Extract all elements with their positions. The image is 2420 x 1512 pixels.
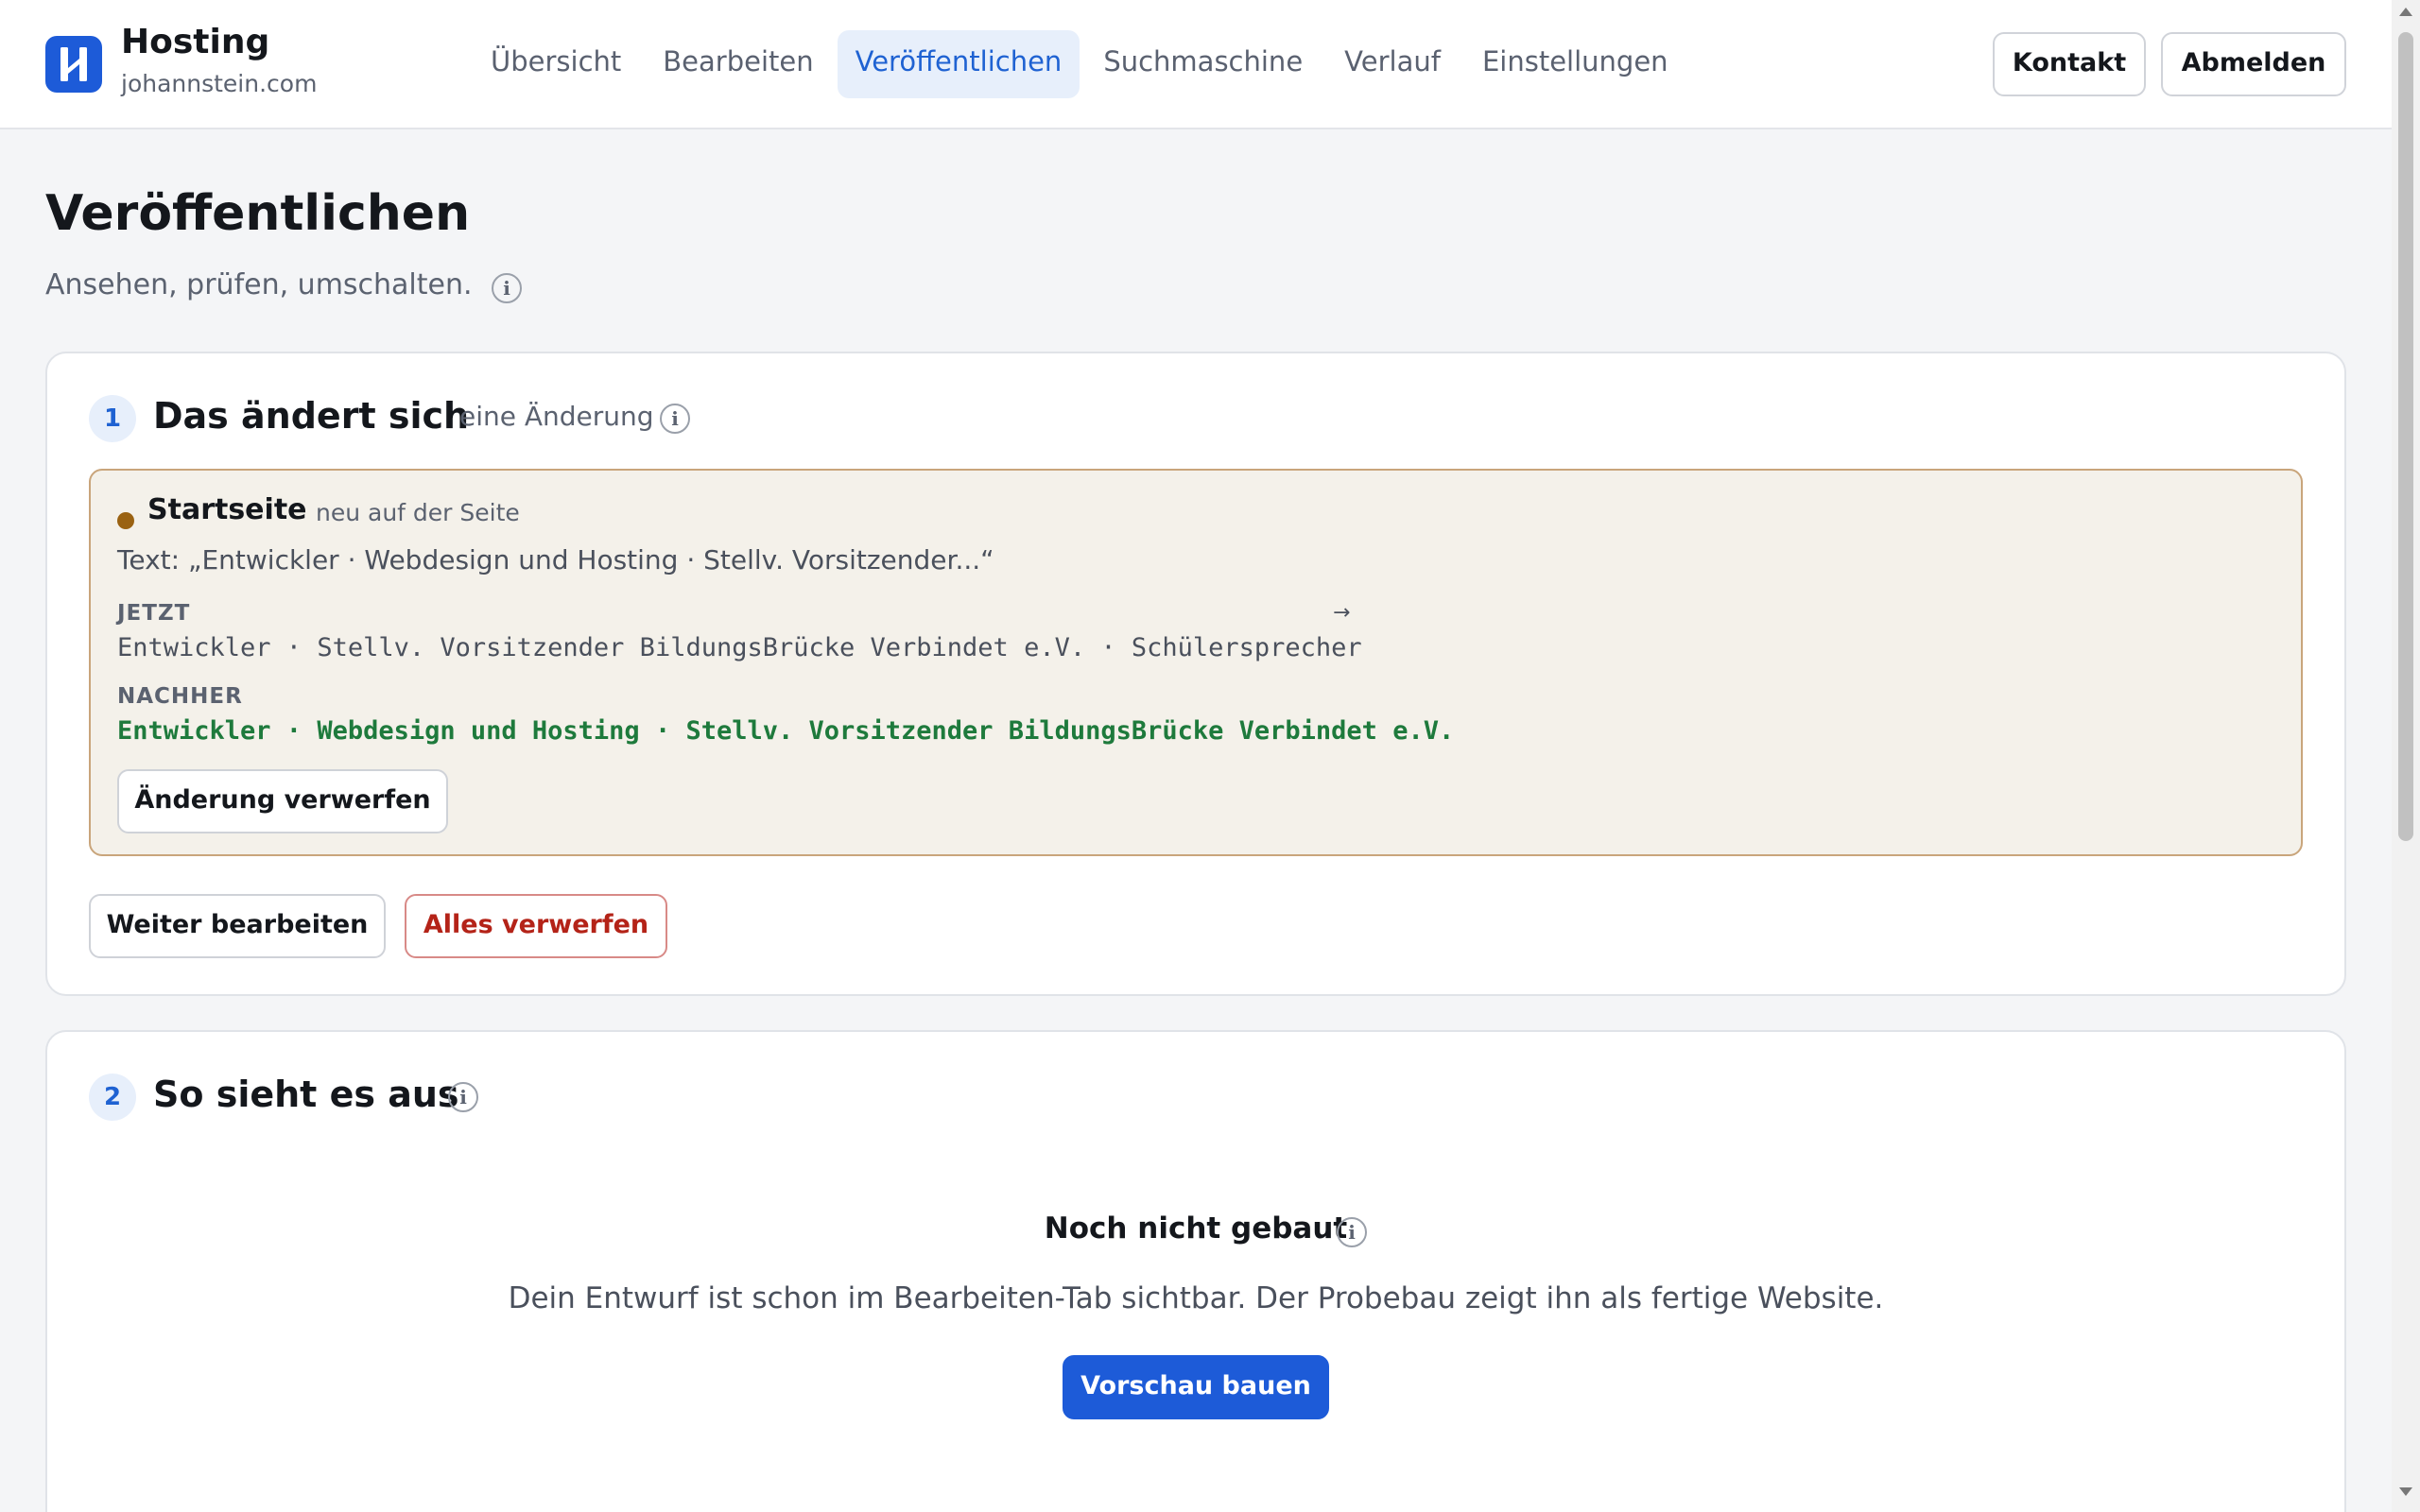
arrow-right-icon: → [1333, 601, 1351, 625]
after-value: Entwickler · Webdesign und Hosting · Ste… [117, 716, 1455, 746]
info-icon[interactable]: i [660, 404, 690, 434]
brand-title: Hosting [121, 23, 270, 61]
discard-all-button[interactable]: Alles verwerfen [405, 894, 667, 958]
nav-tab-search-engine[interactable]: Suchmaschine [1085, 30, 1321, 98]
page-title: Veröffentlichen [45, 185, 471, 242]
preview-empty-text: Dein Entwurf ist schon im Bearbeiten-Tab… [508, 1281, 1884, 1315]
nav-tab-edit[interactable]: Bearbeiten [645, 30, 831, 98]
page-subtitle: Ansehen, prüfen, umschalten. [45, 268, 473, 301]
nav-tab-overview[interactable]: Übersicht [473, 30, 639, 98]
preview-card: 2 So sieht es aus i Noch nicht gebaut i … [45, 1030, 2346, 1512]
nav-tab-publish[interactable]: Veröffentlichen [837, 30, 1080, 98]
changes-card: 1 Das ändert sich eine Änderung i Starts… [45, 352, 2346, 996]
scroll-up-icon[interactable] [2399, 8, 2412, 16]
now-label: JETZT [117, 601, 191, 626]
main-nav: Übersicht Bearbeiten Veröffentlichen Suc… [473, 30, 1692, 98]
change-count: eine Änderung [459, 401, 654, 432]
change-status-dot [117, 512, 134, 529]
info-icon[interactable]: i [1337, 1217, 1367, 1247]
step-number-badge: 2 [89, 1074, 136, 1121]
logo-h-glyph [60, 47, 87, 81]
contact-button[interactable]: Kontakt [1993, 32, 2146, 96]
discard-change-button[interactable]: Änderung verwerfen [117, 769, 448, 833]
now-value: Entwickler · Stellv. Vorsitzender Bildun… [117, 633, 1362, 662]
change-summary: Text: „Entwickler · Webdesign und Hostin… [117, 544, 994, 576]
nav-tab-settings[interactable]: Einstellungen [1464, 30, 1686, 98]
continue-editing-button[interactable]: Weiter bearbeiten [89, 894, 386, 958]
logout-button[interactable]: Abmelden [2161, 32, 2346, 96]
info-icon[interactable]: i [492, 273, 522, 303]
section-title-changes: Das ändert sich [153, 395, 470, 437]
change-tag: neu auf der Seite [316, 499, 520, 526]
nav-tab-history[interactable]: Verlauf [1326, 30, 1459, 98]
scrollbar-thumb[interactable] [2398, 32, 2413, 841]
page-scrollbar[interactable] [2392, 0, 2420, 1512]
brand-domain: johannstein.com [121, 70, 318, 97]
top-header: Hosting johannstein.com Übersicht Bearbe… [0, 0, 2392, 129]
build-preview-button[interactable]: Vorschau bauen [1063, 1355, 1329, 1419]
preview-empty-title-text: Noch nicht gebaut [1044, 1211, 1348, 1246]
change-page-name: Startseite [147, 493, 307, 526]
preview-empty-title: Noch nicht gebaut [47, 1211, 2344, 1246]
info-icon[interactable]: i [448, 1082, 478, 1112]
hosting-logo-icon[interactable] [45, 36, 102, 93]
step-number-badge: 1 [89, 395, 136, 442]
after-label: NACHHER [117, 684, 243, 709]
section-title-preview: So sieht es aus [153, 1074, 459, 1115]
change-item: Startseite neu auf der Seite Text: „Entw… [89, 469, 2303, 856]
scroll-down-icon[interactable] [2399, 1487, 2412, 1496]
